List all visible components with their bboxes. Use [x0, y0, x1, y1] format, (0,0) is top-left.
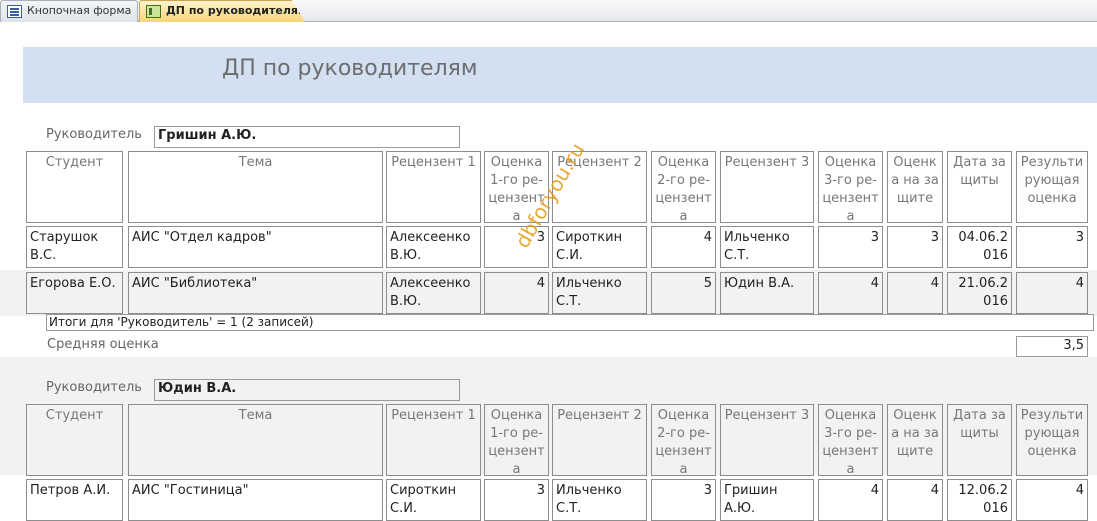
- cell-grade-3: 4: [818, 479, 883, 521]
- supervisor-name: Юдин В.А.: [154, 379, 460, 401]
- cell-reviewer-2: Ильченко С.Т.: [552, 479, 647, 521]
- tab-switchboard-form[interactable]: Кнопочная форма: [0, 0, 138, 22]
- cell-reviewer-1: Сироткин С.И.: [386, 479, 481, 521]
- column-header-final-grade: Результирующая оценка: [1016, 404, 1088, 476]
- report-header: ДП по руководителям: [23, 47, 1097, 103]
- cell-topic: АИС "Библиотека": [128, 272, 383, 314]
- average-grade-label: Средняя оценка: [47, 337, 159, 352]
- cell-reviewer-2: Сироткин С.И.: [552, 226, 647, 268]
- cell-reviewer-2: Ильченко С.Т.: [552, 272, 647, 314]
- column-header-grade-1: Оценка 1-го ре-цензента: [484, 404, 549, 476]
- tab-label: Кнопочная форма: [27, 4, 132, 17]
- column-header-grade-3: Оценка 3-го ре-цензента: [818, 404, 883, 476]
- column-header-reviewer-3: Рецензент 3: [720, 151, 814, 223]
- cell-topic: АИС "Гостиница": [128, 479, 383, 521]
- cell-grade-3: 3: [818, 226, 883, 268]
- column-header-defense-grade: Оценка на защите: [887, 404, 943, 476]
- column-header-defense-date: Дата защиты: [947, 151, 1012, 223]
- cell-defense-date: 21.06.2016: [947, 272, 1012, 314]
- cell-student: Егорова Е.О.: [26, 272, 123, 314]
- cell-final-grade: 4: [1016, 272, 1088, 314]
- cell-grade-3: 4: [818, 272, 883, 314]
- cell-reviewer-3: Ильченко С.Т.: [720, 226, 814, 268]
- column-header-reviewer-1: Рецензент 1: [386, 404, 481, 476]
- cell-defense-grade: 3: [887, 226, 943, 268]
- cell-defense-grade: 4: [887, 272, 943, 314]
- cell-defense-grade: 4: [887, 479, 943, 521]
- cell-final-grade: 4: [1016, 479, 1088, 521]
- column-header-topic: Тема: [128, 404, 383, 476]
- column-header-reviewer-3: Рецензент 3: [720, 404, 814, 476]
- form-icon: [7, 5, 22, 18]
- column-header-reviewer-2: Рецензент 2: [552, 404, 647, 476]
- column-header-student: Студент: [26, 404, 123, 476]
- cell-reviewer-3: Гришин А.Ю.: [720, 479, 814, 521]
- cell-grade-2: 4: [651, 226, 716, 268]
- report-title: ДП по руководителям: [222, 56, 478, 81]
- column-header-grade-2: Оценка 2-го ре-цензента: [651, 151, 716, 223]
- cell-final-grade: 3: [1016, 226, 1088, 268]
- column-header-student: Студент: [26, 151, 123, 223]
- column-header-topic: Тема: [128, 151, 383, 223]
- cell-student: Старушок В.С.: [26, 226, 123, 268]
- cell-defense-date: 12.06.2016: [947, 479, 1012, 521]
- supervisor-label: Руководитель: [46, 127, 142, 142]
- cell-topic: АИС "Отдел кадров": [128, 226, 383, 268]
- tab-report-by-supervisor[interactable]: ДП по руководителям: [139, 0, 305, 22]
- column-header-grade-3: Оценка 3-го ре-цензента: [818, 151, 883, 223]
- report-icon: [146, 5, 161, 18]
- cell-reviewer-3: Юдин В.А.: [720, 272, 814, 314]
- cell-grade-1: 4: [484, 272, 549, 314]
- cell-defense-date: 04.06.2016: [947, 226, 1012, 268]
- supervisor-name: Гришин А.Ю.: [154, 126, 460, 148]
- column-header-reviewer-1: Рецензент 1: [386, 151, 481, 223]
- cell-grade-1: 3: [484, 479, 549, 521]
- column-header-defense-date: Дата защиты: [947, 404, 1012, 476]
- cell-grade-2: 5: [651, 272, 716, 314]
- cell-grade-2: 3: [651, 479, 716, 521]
- supervisor-label: Руководитель: [46, 380, 142, 395]
- tab-label: ДП по руководителям: [166, 4, 307, 17]
- cell-student: Петров А.И.: [26, 479, 123, 521]
- cell-reviewer-1: Алексеенко В.Ю.: [386, 272, 481, 314]
- average-grade-value: 3,5: [1016, 336, 1088, 357]
- document-tab-bar: Кнопочная форма ДП по руководителям: [0, 0, 1097, 22]
- cell-reviewer-1: Алексеенко В.Ю.: [386, 226, 481, 268]
- column-header-defense-grade: Оценка на защите: [887, 151, 943, 223]
- column-header-final-grade: Результирующая оценка: [1016, 151, 1088, 223]
- column-header-grade-2: Оценка 2-го ре-цензента: [651, 404, 716, 476]
- group-totals: Итоги для 'Руководитель' = 1 (2 записей): [46, 314, 1094, 331]
